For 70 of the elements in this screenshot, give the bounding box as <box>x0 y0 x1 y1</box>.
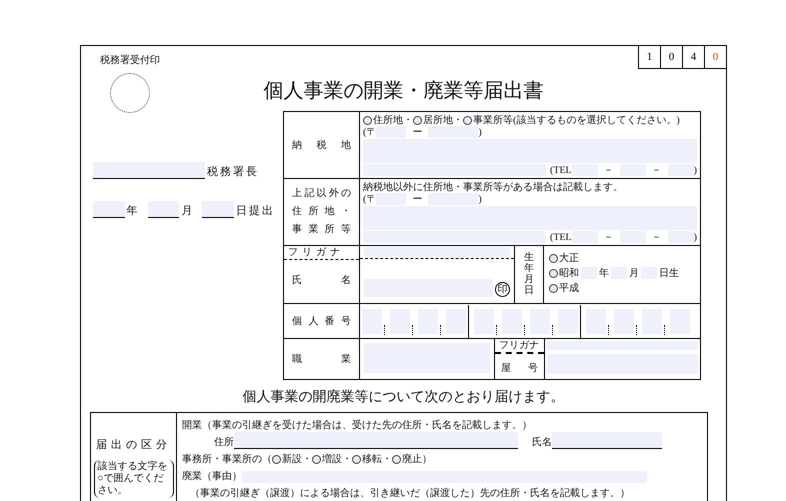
form-label: 納税地以外に住所地・事業所等がある場合は記載します。 <box>363 180 623 194</box>
form-label: － <box>652 164 662 177</box>
stamp-circle <box>110 73 150 113</box>
form-label: ） <box>422 453 432 466</box>
form-title: 個人事業の開業・廃業等届出書 <box>264 79 544 104</box>
form-label: 日生 <box>659 266 679 280</box>
row-label: 届出の区分 <box>96 438 171 452</box>
statement-text: 個人事業の開廃業等について次のとおり届けます。 <box>242 388 566 407</box>
form-label: － <box>604 164 614 177</box>
form-label: 月 <box>629 267 639 280</box>
form-label: ) <box>478 126 482 138</box>
radio-button[interactable]: 移転・ <box>352 452 392 466</box>
hint-note: 該当する文字を○で囲んでください。 <box>94 460 174 498</box>
input-field[interactable] <box>234 432 518 449</box>
radio-button[interactable]: 新設・ <box>272 452 312 466</box>
input-field[interactable] <box>552 432 662 449</box>
form-label: （事業の引継ぎ（譲渡）による場合は、引き継いだ（譲渡した）先の住所・氏名を記載します。） <box>190 486 630 500</box>
row-label: 住所地・ <box>292 204 351 219</box>
furigana-label: フリガナ <box>284 246 359 260</box>
radio-button[interactable]: 住所地・ <box>363 113 413 127</box>
form-label: ー <box>412 126 422 139</box>
input-field[interactable] <box>93 201 125 218</box>
form-label: 住所 <box>214 436 234 449</box>
row-label: 事業所等 <box>292 222 351 237</box>
form-label: (〒 <box>363 126 376 139</box>
form-label: 事務所・事業所の（ <box>182 452 272 466</box>
form-label: ) <box>694 232 697 242</box>
form-label: － <box>652 231 662 244</box>
form-label: 税務署長 <box>207 165 259 179</box>
row-label: 個人番号 <box>292 314 351 329</box>
furigana-label: フリガナ <box>495 339 544 354</box>
form-label: (該当するものを選択してください。) <box>513 114 680 127</box>
row-label: 納税地 <box>292 138 351 152</box>
row-label: 職業 <box>292 352 351 366</box>
form-label: 開業（事業の引継ぎを受けた場合は、受けた先の住所・氏名を記載します。） <box>182 418 532 432</box>
stamp-label: 税務署受付印 <box>99 54 160 68</box>
code-digit: 0 <box>660 46 682 68</box>
form-label: 氏名 <box>532 436 552 449</box>
code-digit: 0 <box>704 46 726 68</box>
row-label: 屋号 <box>500 362 539 376</box>
form-label: 年 <box>599 267 609 280</box>
form-label: ー <box>412 193 422 206</box>
radio-button[interactable]: 事業所等 <box>463 113 513 127</box>
input-field[interactable] <box>364 247 510 257</box>
input-field[interactable] <box>148 201 180 218</box>
form-label: 日提出 <box>236 204 276 218</box>
form-label: ) <box>478 194 482 204</box>
radio-button[interactable]: 昭和 <box>549 266 579 280</box>
radio-button[interactable]: 増設・ <box>312 452 352 466</box>
radio-button[interactable]: 平成 <box>549 281 579 295</box>
form-label: ) <box>694 164 697 176</box>
radio-button[interactable]: 居所地・ <box>413 113 463 127</box>
code-digit: 4 <box>682 46 704 68</box>
birth-label: 生年月日 <box>515 246 544 303</box>
form-label: 月 <box>181 204 194 218</box>
radio-button[interactable]: 大正 <box>549 251 579 265</box>
form-label: － <box>604 231 614 244</box>
row-label: 氏名 <box>291 274 352 288</box>
form-label: (TEL <box>550 232 572 242</box>
row-label: 上記以外の <box>292 186 351 201</box>
code-digit: 1 <box>646 50 654 65</box>
form-label: 年 <box>126 204 140 218</box>
input-field[interactable] <box>428 126 478 138</box>
form-label: (TEL <box>550 164 572 176</box>
form-label: 廃業（事由） <box>182 470 242 483</box>
seal-mark: 印 <box>495 282 510 297</box>
form-label: (〒 <box>363 193 376 206</box>
input-field[interactable] <box>202 201 234 218</box>
radio-button[interactable]: 廃止 <box>392 452 422 466</box>
input-field[interactable] <box>93 162 205 179</box>
